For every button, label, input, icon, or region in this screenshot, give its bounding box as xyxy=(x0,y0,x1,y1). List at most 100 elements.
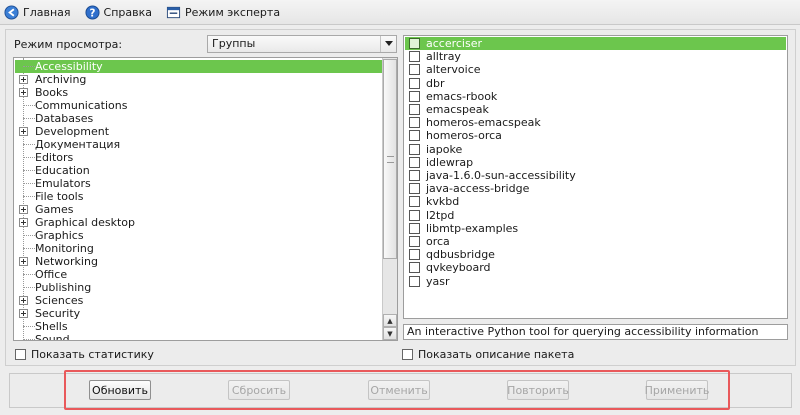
package-checkbox[interactable] xyxy=(409,236,420,247)
package-checkbox[interactable] xyxy=(409,156,420,168)
arrow-down-icon: ▼ xyxy=(387,329,393,338)
package-checkbox[interactable] xyxy=(409,249,420,261)
package-checkbox[interactable] xyxy=(409,262,420,274)
package-item[interactable]: homeros-orca xyxy=(405,129,786,142)
package-checkbox[interactable] xyxy=(409,183,420,195)
view-mode-label: Режим просмотра: xyxy=(14,38,123,51)
tree-branch-line xyxy=(23,144,35,145)
group-item-label: Security xyxy=(35,307,81,320)
package-item[interactable]: alltray xyxy=(405,50,786,63)
package-checkbox[interactable] xyxy=(409,38,420,49)
group-item[interactable]: Shells xyxy=(15,320,382,333)
group-item[interactable]: Communications xyxy=(15,99,382,112)
group-item[interactable]: Security xyxy=(15,307,382,320)
group-item[interactable]: Monitoring xyxy=(15,242,382,255)
package-item[interactable]: qvkeyboard xyxy=(405,261,786,274)
reset-button[interactable]: Сбросить xyxy=(228,380,290,400)
group-item[interactable]: Education xyxy=(15,164,382,177)
group-tree[interactable]: Accessibility Archiving Books Communication… xyxy=(13,57,398,341)
package-checkbox[interactable] xyxy=(409,117,420,129)
group-item[interactable]: File tools xyxy=(15,190,382,203)
package-checkbox[interactable] xyxy=(409,51,420,63)
show-description-option[interactable]: Показать описание пакета xyxy=(402,348,574,361)
package-name: altervoice xyxy=(426,63,481,77)
show-description-label: Показать описание пакета xyxy=(418,348,575,361)
group-item[interactable]: Networking xyxy=(15,255,382,268)
tree-branch-line xyxy=(23,287,35,288)
group-item-label: Monitoring xyxy=(35,242,94,255)
expert-mode-label: Режим эксперта xyxy=(184,5,281,19)
package-item[interactable]: kvkbd xyxy=(405,195,786,208)
package-item[interactable]: l2tpd xyxy=(405,209,786,222)
group-item[interactable]: Graphical desktop xyxy=(15,216,382,229)
package-checkbox[interactable] xyxy=(409,90,420,102)
show-description-checkbox[interactable] xyxy=(402,349,413,360)
package-item[interactable]: idlewrap xyxy=(405,156,786,169)
expand-plus-icon[interactable] xyxy=(19,309,28,318)
group-item[interactable]: Graphics xyxy=(15,229,382,242)
redo-button[interactable]: Повторить xyxy=(507,380,569,400)
group-item[interactable]: Документация xyxy=(15,138,382,151)
expand-plus-icon[interactable] xyxy=(19,75,28,84)
package-name: iapoke xyxy=(426,142,463,156)
expand-plus-icon[interactable] xyxy=(19,88,28,97)
group-item[interactable]: Emulators xyxy=(15,177,382,190)
expert-mode-button[interactable]: Режим эксперта xyxy=(166,2,280,22)
package-checkbox[interactable] xyxy=(409,130,420,142)
group-item[interactable]: Sciences xyxy=(15,294,382,307)
package-checkbox[interactable] xyxy=(409,209,420,221)
package-item[interactable]: qdbusbridge xyxy=(405,248,786,261)
package-item[interactable]: java-access-bridge xyxy=(405,182,786,195)
package-item[interactable]: altervoice xyxy=(405,63,786,76)
scroll-down-button[interactable]: ▼ xyxy=(383,327,397,340)
package-item[interactable]: orca xyxy=(405,235,786,248)
group-item[interactable]: Books xyxy=(15,86,382,99)
group-item[interactable]: Archiving xyxy=(15,73,382,86)
expand-plus-icon[interactable] xyxy=(19,296,28,305)
group-item[interactable]: Sound xyxy=(15,333,382,341)
package-item[interactable]: homeros-emacspeak xyxy=(405,116,786,129)
package-checkbox[interactable] xyxy=(409,196,420,208)
package-item[interactable]: yasr xyxy=(405,275,786,288)
expand-plus-icon[interactable] xyxy=(19,218,28,227)
group-item-label: Education xyxy=(35,164,90,177)
apply-button[interactable]: Применить xyxy=(645,380,709,400)
group-item[interactable]: Editors xyxy=(15,151,382,164)
package-item[interactable]: libmtp-examples xyxy=(405,222,786,235)
expert-mode-icon xyxy=(166,6,181,18)
cancel-button[interactable]: Отменить xyxy=(368,380,430,400)
package-checkbox[interactable] xyxy=(409,77,420,89)
package-item[interactable]: dbr xyxy=(405,77,786,90)
group-item[interactable]: Development xyxy=(15,125,382,138)
package-item[interactable]: emacs-rbook xyxy=(405,90,786,103)
show-stats-checkbox[interactable] xyxy=(15,349,26,360)
group-item[interactable]: Office xyxy=(15,268,382,281)
package-item[interactable]: iapoke xyxy=(405,143,786,156)
group-item[interactable]: Games xyxy=(15,203,382,216)
package-item[interactable]: emacspeak xyxy=(405,103,786,116)
expand-plus-icon[interactable] xyxy=(19,127,28,136)
view-mode-select[interactable]: Группы xyxy=(207,35,397,53)
package-checkbox[interactable] xyxy=(409,143,420,155)
scroll-up-button[interactable]: ▲ xyxy=(383,314,397,327)
refresh-button[interactable]: Обновить xyxy=(89,380,151,400)
expand-plus-icon[interactable] xyxy=(19,257,28,266)
package-checkbox[interactable] xyxy=(409,170,420,181)
package-checkbox[interactable] xyxy=(409,222,420,234)
show-stats-option[interactable]: Показать статистику xyxy=(15,348,154,361)
help-button[interactable]: ? Справка xyxy=(84,2,152,22)
tree-scrollbar-thumb[interactable] xyxy=(383,59,397,259)
package-list[interactable]: accerciser alltray altervoice dbr emacs-rboo… xyxy=(403,35,788,319)
package-checkbox[interactable] xyxy=(409,275,420,287)
expand-plus-icon[interactable] xyxy=(19,205,28,214)
group-item[interactable]: Publishing xyxy=(15,281,382,294)
package-item[interactable]: accerciser xyxy=(405,37,786,50)
package-checkbox[interactable] xyxy=(409,104,420,115)
package-item[interactable]: java-1.6.0-sun-accessibility xyxy=(405,169,786,182)
group-item-label: Sound xyxy=(35,333,70,341)
group-item[interactable]: Databases xyxy=(15,112,382,125)
tree-scrollbar[interactable]: ▲ ▼ xyxy=(382,58,397,340)
group-item[interactable]: Accessibility xyxy=(15,60,382,73)
home-button[interactable]: Главная xyxy=(4,2,71,22)
package-checkbox[interactable] xyxy=(409,64,420,76)
